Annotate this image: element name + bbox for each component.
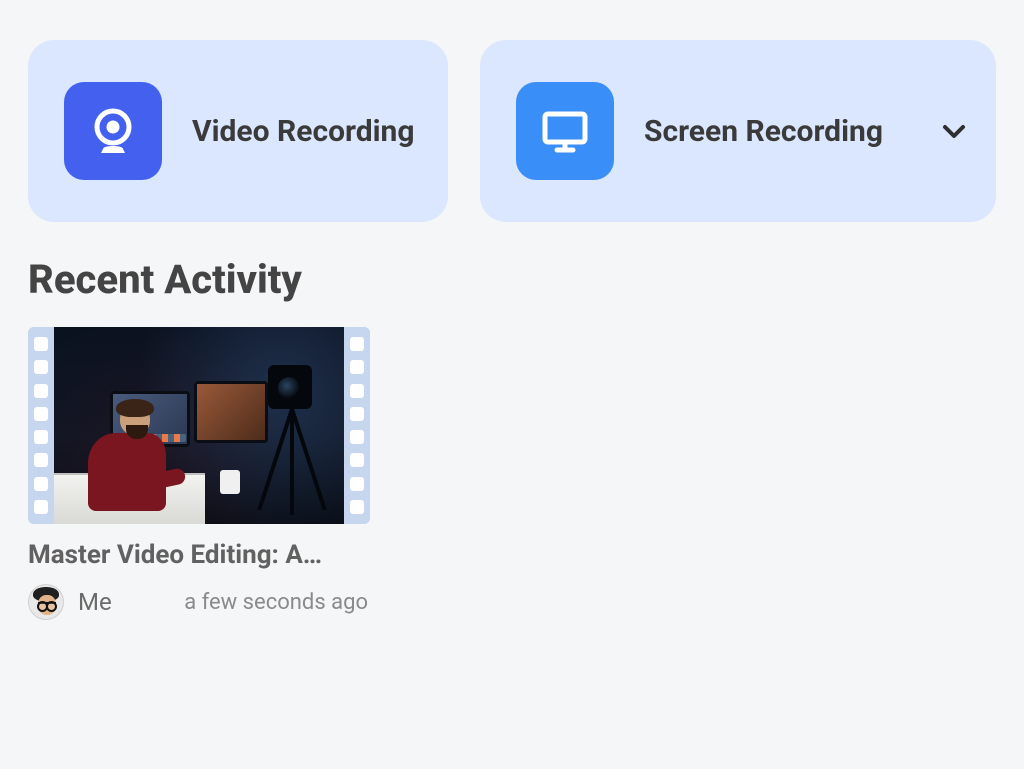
video-recording-tile[interactable]: Video Recording <box>28 40 448 222</box>
recent-item: Master Video Editing: A… Me a few second… <box>28 327 370 620</box>
author-avatar[interactable] <box>28 584 64 620</box>
webcam-icon <box>64 82 162 180</box>
recent-item-author: Me <box>78 588 112 616</box>
recent-item-thumbnail[interactable] <box>28 327 370 524</box>
recent-activity-grid: Master Video Editing: A… Me a few second… <box>28 327 996 620</box>
video-recording-label: Video Recording <box>192 114 424 149</box>
chevron-down-icon[interactable] <box>936 113 972 149</box>
action-tiles: Video Recording Screen Recording <box>28 40 996 222</box>
film-sprockets-left <box>28 327 54 524</box>
monitor-icon <box>516 82 614 180</box>
dashboard: Video Recording Screen Recording Recent … <box>0 0 1024 620</box>
recent-item-timestamp: a few seconds ago <box>184 590 370 615</box>
recent-activity-heading: Recent Activity <box>28 256 996 303</box>
thumbnail-frame <box>54 327 344 524</box>
recent-item-meta: Me a few seconds ago <box>28 584 370 620</box>
screen-recording-label: Screen Recording <box>644 114 936 149</box>
recent-item-title: Master Video Editing: A… <box>28 540 370 570</box>
screen-recording-tile[interactable]: Screen Recording <box>480 40 996 222</box>
film-sprockets-right <box>344 327 370 524</box>
